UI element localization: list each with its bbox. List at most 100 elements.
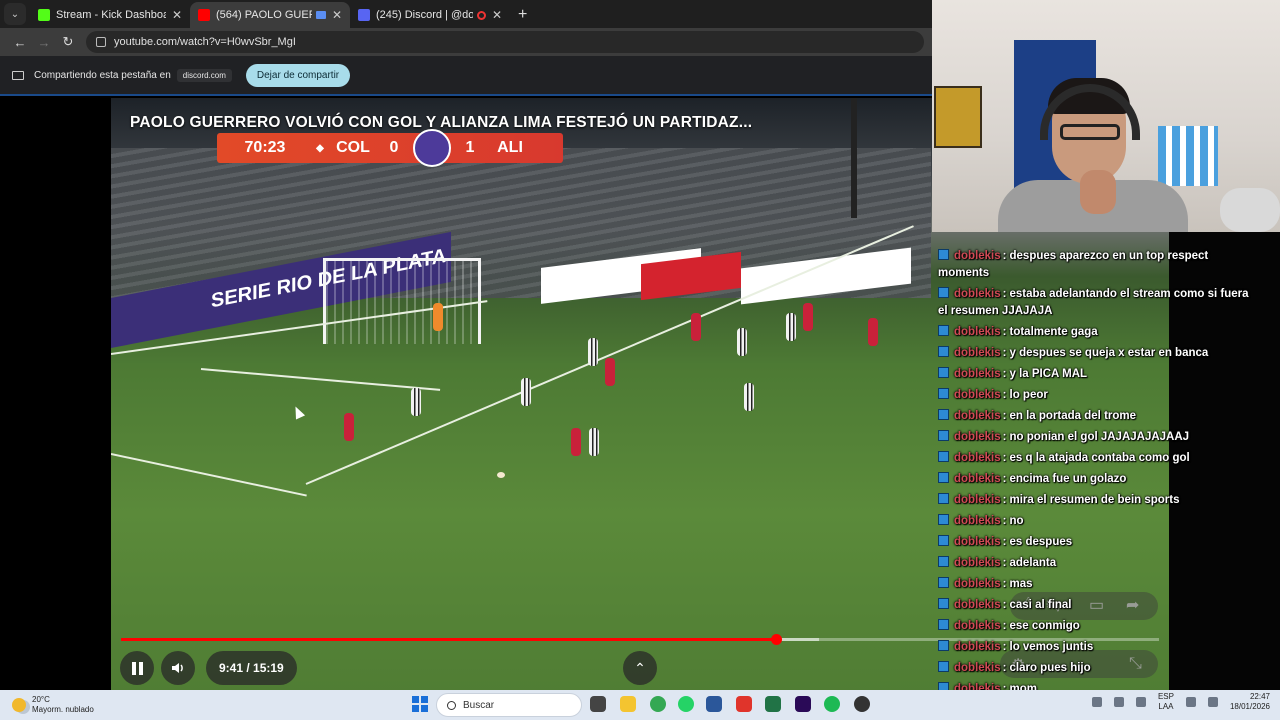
chat-message: doblekis: casi al final [938,597,1260,614]
url-field[interactable]: youtube.com/watch?v=H0wvSbr_MgI [86,31,924,53]
streamer-hand [1080,170,1116,214]
chat-overlay: doblekis: despues aparezco en un top resp… [938,248,1260,702]
chat-message: doblekis: claro pues hijo [938,660,1260,677]
more-videos-button[interactable]: ⌃ [623,651,657,685]
chat-separator: : [1002,473,1007,485]
clock-date: 18/01/2026 [1229,702,1270,711]
wifi-icon[interactable] [1185,697,1196,707]
address-bar-row: ← → ↻ youtube.com/watch?v=H0wvSbr_MgI [0,28,932,56]
team1-score: 0 [389,139,399,156]
chat-message: doblekis: no ponian el gol JAJAJAJAJAAJ [938,429,1260,446]
kick-favicon-icon [38,9,50,21]
tab-discord[interactable]: (245) Discord | @doblekis. ✕ [350,2,510,28]
sharing-site-chip: discord.com [176,68,232,82]
chat-separator: : [1002,288,1007,300]
chat-message: doblekis: estaba adelantando el stream co… [938,286,1260,320]
chat-separator: : [1002,326,1007,338]
new-tab-button[interactable]: + [518,6,527,24]
site-info-icon[interactable] [96,37,106,47]
chat-badge-icon [938,325,949,336]
windows-start-icon[interactable] [412,696,428,712]
tab-search-menu-button[interactable]: ⌄ [4,3,26,25]
progress-scrubber-handle[interactable] [770,634,782,645]
spotify-icon[interactable] [824,696,840,712]
chat-username: doblekis [954,347,1001,359]
language-indicator[interactable]: ESP LAA [1158,692,1174,712]
chat-text: no [1009,515,1024,527]
close-tab-icon[interactable]: ✕ [172,8,182,22]
progress-played [121,638,776,641]
word-icon[interactable] [706,696,722,712]
chat-text: no ponian el gol JAJAJAJAJAAJ [1009,431,1190,443]
chat-badge-icon [938,409,949,420]
close-tab-icon[interactable]: ✕ [492,8,502,22]
tab-title: (245) Discord | @doblekis. [376,9,473,21]
back-arrow-icon[interactable]: ← [8,35,32,50]
file-explorer-icon[interactable] [620,696,636,712]
chat-text: totalmente gaga [1009,326,1098,338]
reload-icon[interactable]: ↻ [56,34,80,50]
chat-badge-icon [938,451,949,462]
player-white [786,313,796,341]
weather-temp: 20°C [32,695,50,704]
chat-text: y despues se queja x estar en banca [1009,347,1209,359]
chat-message: doblekis: totalmente gaga [938,324,1260,341]
chat-username: doblekis [954,452,1001,464]
tray-chevron-icon[interactable] [1091,697,1102,707]
chat-badge-icon [938,493,949,504]
clock[interactable]: 22:47 18/01/2026 [1230,692,1270,712]
pause-button[interactable] [120,651,154,685]
diamond-icon: ◆ [316,142,324,154]
chat-message: doblekis: y despues se queja x estar en b… [938,345,1260,362]
volume-tray-icon[interactable] [1207,697,1218,707]
obs-icon[interactable] [854,696,870,712]
tab-youtube[interactable]: (564) PAOLO GUERRERO V ✕ [190,2,350,28]
hanging-jersey [1158,126,1218,186]
pdf-reader-icon[interactable] [736,696,752,712]
sharing-text: Compartiendo esta pestaña en [34,69,171,81]
weather-widget[interactable]: 20°C Mayorm. nublado [0,695,200,715]
search-icon [447,700,456,710]
mute-button[interactable] [161,651,195,685]
chrome-icon[interactable] [650,696,666,712]
chat-badge-icon [938,577,949,588]
wall-poster [934,86,982,148]
system-tray: ESP LAA 22:47 18/01/2026 [1091,692,1270,712]
close-tab-icon[interactable]: ✕ [332,8,342,22]
chat-username: doblekis [954,431,1001,443]
task-view-icon[interactable] [590,696,606,712]
chat-text: es despues [1009,536,1073,548]
chat-text: adelanta [1009,557,1057,569]
scoreboard: 70:23 ◆ COL 0 1 ALI [217,129,563,167]
chat-username: doblekis [954,288,1001,300]
excel-icon[interactable] [765,696,781,712]
tab-title: (564) PAOLO GUERRERO V [216,9,312,21]
chat-message: doblekis: mas [938,576,1260,593]
chat-message: doblekis: encima fue un golazo [938,471,1260,488]
premiere-icon[interactable] [795,696,811,712]
chat-badge-icon [938,514,949,525]
forward-arrow-icon[interactable]: → [32,35,56,50]
chat-separator: : [1002,347,1007,359]
url-text: youtube.com/watch?v=H0wvSbr_MgI [114,36,296,48]
stop-sharing-button[interactable]: Dejar de compartir [245,63,351,87]
team1-name: COL [336,139,370,156]
whatsapp-icon[interactable] [678,696,694,712]
video-player[interactable]: SERIE RIO DE LA PLATA PAOLO GUERRERO VOL… [0,94,1169,692]
chat-username: doblekis [954,557,1001,569]
network-icon[interactable] [1113,697,1124,707]
windows-taskbar: 20°C Mayorm. nublado [0,690,1280,720]
chat-separator: : [1002,536,1007,548]
tab-kick-dashboard[interactable]: Stream - Kick Dashboard ✕ [30,2,190,28]
taskbar-search-field[interactable]: Buscar [436,693,582,717]
chat-separator: : [1002,662,1007,674]
screen-share-icon [12,70,24,80]
chat-badge-icon [938,249,949,260]
microphone-icon [1220,188,1280,232]
chat-text: lo peor [1009,389,1048,401]
time-display: 9:41 / 15:19 [206,651,297,685]
microphone-tray-icon[interactable] [1135,697,1146,707]
chat-username: doblekis [954,578,1001,590]
player-white [744,383,754,411]
match-time: 70:23 [244,139,286,156]
